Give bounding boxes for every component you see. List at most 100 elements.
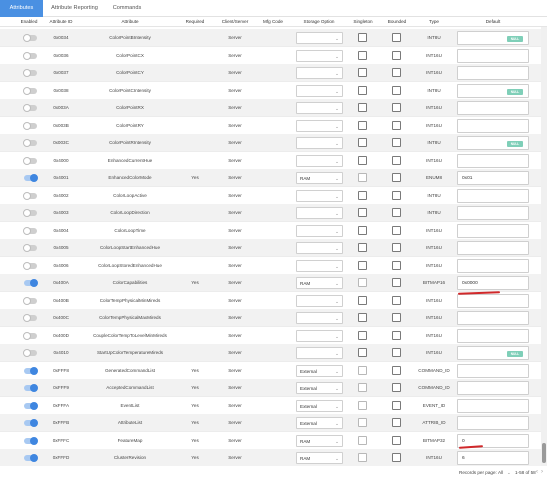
singleton-checkbox[interactable] xyxy=(358,85,367,95)
null-button[interactable]: NULL xyxy=(507,88,523,95)
column-header-enabled[interactable]: Enabled xyxy=(14,17,44,27)
default-value-field[interactable] xyxy=(457,206,529,220)
storage-option-select[interactable]: ⌄ xyxy=(296,67,343,79)
singleton-checkbox[interactable] xyxy=(358,278,367,287)
enabled-toggle[interactable] xyxy=(23,191,37,200)
chevron-down-icon[interactable]: ⌄ xyxy=(507,466,511,479)
bounded-checkbox[interactable] xyxy=(392,50,401,60)
bounded-checkbox[interactable] xyxy=(392,330,401,340)
enabled-toggle[interactable] xyxy=(24,419,38,427)
default-value-field[interactable]: NULL xyxy=(457,83,529,98)
default-value-field[interactable] xyxy=(457,293,529,308)
default-value-field[interactable] xyxy=(457,381,529,395)
bounded-checkbox[interactable] xyxy=(392,348,401,357)
bounded-checkbox[interactable] xyxy=(392,85,401,95)
bounded-checkbox[interactable] xyxy=(392,138,401,147)
enabled-toggle[interactable] xyxy=(23,34,37,42)
records-per-page-select[interactable]: All xyxy=(498,466,503,479)
enabled-toggle[interactable] xyxy=(23,244,37,252)
enabled-toggle[interactable] xyxy=(23,226,37,235)
enabled-toggle[interactable] xyxy=(24,454,38,462)
storage-option-select[interactable]: RAM ⌄ xyxy=(296,277,343,289)
enabled-toggle[interactable] xyxy=(23,139,37,147)
default-value-field[interactable] xyxy=(457,66,529,80)
default-value-field[interactable] xyxy=(457,398,529,413)
bounded-checkbox[interactable] xyxy=(392,68,401,77)
bounded-checkbox[interactable] xyxy=(392,400,401,410)
enabled-toggle[interactable] xyxy=(24,401,38,410)
singleton-checkbox[interactable] xyxy=(358,190,367,200)
storage-option-select[interactable]: RAM ⌄ xyxy=(296,172,343,184)
singleton-checkbox[interactable] xyxy=(358,313,367,322)
null-button[interactable]: NULL xyxy=(507,141,523,147)
storage-option-select[interactable]: ⌄ xyxy=(296,137,343,149)
storage-option-select[interactable]: ⌄ xyxy=(296,329,343,342)
bounded-checkbox[interactable] xyxy=(392,365,401,375)
bounded-checkbox[interactable] xyxy=(392,383,401,392)
enabled-toggle[interactable] xyxy=(23,86,37,95)
bounded-checkbox[interactable] xyxy=(392,418,401,427)
null-button[interactable]: NULL xyxy=(507,351,523,357)
column-header-type[interactable]: Type xyxy=(415,17,453,27)
null-button[interactable]: NULL xyxy=(507,36,523,42)
tab-commands[interactable]: Commands xyxy=(106,0,148,17)
storage-option-select[interactable]: RAM ⌄ xyxy=(296,452,343,464)
column-header-attribute-id[interactable]: Attribute ID xyxy=(44,17,78,27)
storage-option-select[interactable]: ⌄ xyxy=(296,32,343,44)
storage-option-select[interactable]: ⌄ xyxy=(296,154,343,167)
singleton-checkbox[interactable] xyxy=(358,33,367,42)
enabled-toggle[interactable] xyxy=(23,209,37,217)
scrollbar-thumb[interactable] xyxy=(542,443,546,463)
bounded-checkbox[interactable] xyxy=(392,435,401,445)
storage-option-select[interactable]: ⌄ xyxy=(296,224,343,237)
storage-option-select[interactable]: ⌄ xyxy=(296,84,343,97)
previous-page-icon[interactable]: ‹ xyxy=(536,466,538,479)
bounded-checkbox[interactable] xyxy=(392,278,401,287)
enabled-toggle[interactable] xyxy=(23,349,37,357)
column-header-singleton[interactable]: Singleton xyxy=(348,17,378,27)
enabled-toggle[interactable] xyxy=(24,436,38,445)
column-header-bounded[interactable]: Bounded xyxy=(382,17,412,27)
singleton-checkbox[interactable] xyxy=(358,173,367,182)
singleton-checkbox[interactable] xyxy=(358,138,367,147)
bounded-checkbox[interactable] xyxy=(392,225,401,235)
bounded-checkbox[interactable] xyxy=(392,295,401,305)
default-value-field[interactable] xyxy=(457,328,529,343)
enabled-toggle[interactable] xyxy=(23,121,37,130)
bounded-checkbox[interactable] xyxy=(392,173,401,182)
storage-option-select[interactable]: ⌄ xyxy=(296,347,343,359)
bounded-checkbox[interactable] xyxy=(392,33,401,42)
enabled-toggle[interactable] xyxy=(24,279,38,287)
storage-option-select[interactable]: ⌄ xyxy=(296,259,343,272)
default-value-field[interactable] xyxy=(457,311,529,325)
tab-attributes[interactable]: Attributes xyxy=(0,0,43,17)
enabled-toggle[interactable] xyxy=(23,331,37,340)
singleton-checkbox[interactable] xyxy=(358,208,367,217)
singleton-checkbox[interactable] xyxy=(358,155,367,165)
singleton-checkbox[interactable] xyxy=(358,243,367,252)
storage-option-select[interactable]: ⌄ xyxy=(296,119,343,132)
enabled-toggle[interactable] xyxy=(24,174,38,182)
default-value-field[interactable] xyxy=(457,258,529,273)
bounded-checkbox[interactable] xyxy=(392,260,401,270)
storage-option-select[interactable]: ⌄ xyxy=(296,242,343,254)
default-value-field[interactable]: NULL xyxy=(457,136,529,150)
default-value-field[interactable] xyxy=(457,416,529,430)
enabled-toggle[interactable] xyxy=(23,104,37,112)
storage-option-select[interactable]: ⌄ xyxy=(296,294,343,307)
enabled-toggle[interactable] xyxy=(23,296,37,305)
singleton-checkbox[interactable] xyxy=(358,365,367,375)
bounded-checkbox[interactable] xyxy=(392,313,401,322)
bounded-checkbox[interactable] xyxy=(392,243,401,252)
singleton-checkbox[interactable] xyxy=(358,50,367,60)
enabled-toggle[interactable] xyxy=(23,51,37,60)
bounded-checkbox[interactable] xyxy=(392,120,401,130)
bounded-checkbox[interactable] xyxy=(392,155,401,165)
storage-option-select[interactable]: ⌄ xyxy=(296,189,343,202)
bounded-checkbox[interactable] xyxy=(392,453,401,462)
default-value-field[interactable] xyxy=(457,48,529,63)
singleton-checkbox[interactable] xyxy=(358,453,367,462)
bounded-checkbox[interactable] xyxy=(392,103,401,112)
singleton-checkbox[interactable] xyxy=(358,400,367,410)
singleton-checkbox[interactable] xyxy=(358,68,367,77)
